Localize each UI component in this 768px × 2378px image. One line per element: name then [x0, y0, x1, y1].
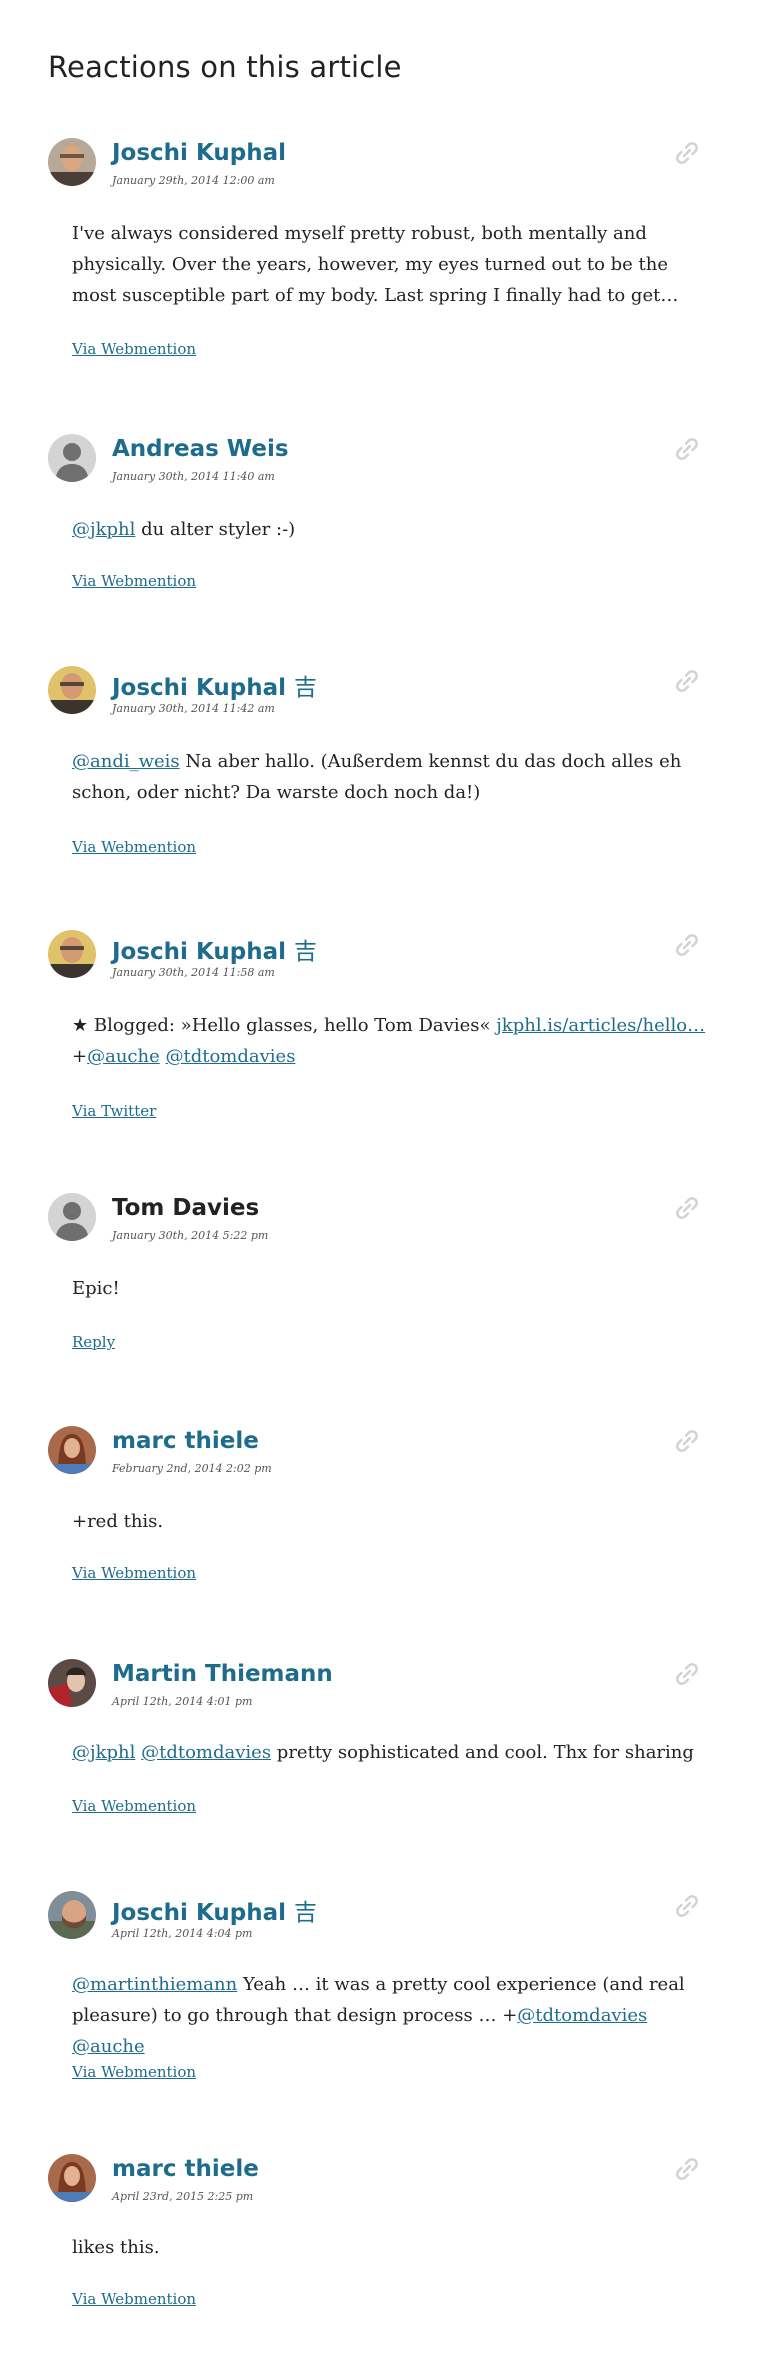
- reaction-item: Andreas Weis January 30th, 2014 11:40 am…: [48, 434, 712, 604]
- avatar[interactable]: [48, 1659, 96, 1707]
- reaction-date: February 2nd, 2014 2:02 pm: [112, 1462, 272, 1475]
- link-icon[interactable]: [672, 1659, 702, 1689]
- reaction-date: January 30th, 2014 11:40 am: [112, 470, 275, 483]
- reaction-item: Joschi Kuphal 吉 January 30th, 2014 11:58 …: [48, 930, 712, 1130]
- reaction-item: Joschi Kuphal 吉 January 30th, 2014 11:42 …: [48, 666, 712, 866]
- avatar[interactable]: [48, 138, 96, 186]
- reaction-date: April 12th, 2014 4:04 pm: [112, 1927, 253, 1940]
- author-name: Tom Davies: [112, 1195, 260, 1221]
- reaction-date: January 30th, 2014 11:58 am: [112, 966, 275, 979]
- via-link[interactable]: Via Webmention: [72, 2290, 196, 2308]
- avatar[interactable]: [48, 1426, 96, 1474]
- reaction-text: likes this.: [72, 2237, 160, 2258]
- reaction-item: Joschi Kuphal 吉 April 12th, 2014 4:04 pm …: [48, 1891, 712, 2091]
- reaction-item: Joschi Kuphal January 29th, 2014 12:00 a…: [48, 138, 712, 368]
- avatar[interactable]: [48, 434, 96, 482]
- mention-link[interactable]: @andi_weis: [72, 751, 180, 772]
- reaction-text: @jkphl du alter styler :-): [72, 519, 296, 540]
- article-link[interactable]: jkphl.is/articles/hello…: [496, 1015, 705, 1036]
- link-icon[interactable]: [672, 1426, 702, 1456]
- author-name[interactable]: marc thiele: [112, 2156, 259, 2182]
- mention-link[interactable]: @jkphl: [72, 519, 135, 540]
- reaction-date: April 12th, 2014 4:01 pm: [112, 1695, 253, 1708]
- mention-link[interactable]: @jkphl: [72, 1742, 135, 1763]
- reaction-item: marc thiele April 23rd, 2015 2:25 pm lik…: [48, 2154, 712, 2324]
- reaction-text: ★ Blogged: »Hello glasses, hello Tom Dav…: [72, 1015, 706, 1067]
- link-icon[interactable]: [672, 138, 702, 168]
- author-name[interactable]: marc thiele: [112, 1428, 259, 1454]
- reaction-text: Epic!: [72, 1278, 120, 1299]
- link-icon[interactable]: [672, 1891, 702, 1921]
- via-link[interactable]: Via Webmention: [72, 1797, 196, 1815]
- reaction-item: marc thiele February 2nd, 2014 2:02 pm +…: [48, 1426, 712, 1596]
- avatar[interactable]: [48, 1193, 96, 1241]
- via-link[interactable]: Via Webmention: [72, 572, 196, 590]
- author-name[interactable]: Joschi Kuphal: [112, 939, 286, 965]
- author-name[interactable]: Joschi Kuphal: [112, 675, 286, 701]
- via-link[interactable]: Via Webmention: [72, 1564, 196, 1582]
- author-mark: 吉: [293, 675, 317, 701]
- avatar[interactable]: [48, 666, 96, 714]
- link-icon[interactable]: [672, 930, 702, 960]
- section-title: Reactions on this article: [48, 50, 402, 84]
- mention-link[interactable]: @tdtomdavies: [141, 1742, 271, 1763]
- mention-link[interactable]: @martinthiemann: [72, 1974, 237, 1995]
- author-name[interactable]: Andreas Weis: [112, 436, 289, 462]
- reaction-date: April 23rd, 2015 2:25 pm: [112, 2190, 254, 2203]
- reply-link[interactable]: Reply: [72, 1333, 115, 1351]
- via-link[interactable]: Via Webmention: [72, 2063, 196, 2081]
- author-name[interactable]: Joschi Kuphal: [112, 140, 286, 166]
- author-mark: 吉: [293, 1900, 317, 1926]
- avatar[interactable]: [48, 930, 96, 978]
- reaction-date: January 30th, 2014 11:42 am: [112, 702, 275, 715]
- link-icon[interactable]: [672, 2154, 702, 2184]
- reaction-text: I've always considered myself pretty rob…: [72, 223, 679, 306]
- reaction-text: +red this.: [72, 1511, 164, 1532]
- reaction-text: @martinthiemann Yeah … it was a pretty c…: [72, 1974, 685, 2057]
- reaction-item: Martin Thiemann April 12th, 2014 4:01 pm…: [48, 1659, 712, 1829]
- author-mark: 吉: [293, 939, 317, 965]
- avatar[interactable]: [48, 1891, 96, 1939]
- author-name[interactable]: Martin Thiemann: [112, 1661, 333, 1687]
- reaction-item: Tom Davies January 30th, 2014 5:22 pm Ep…: [48, 1193, 712, 1363]
- link-icon[interactable]: [672, 1193, 702, 1223]
- reaction-text: @jkphl @tdtomdavies pretty sophisticated…: [72, 1742, 694, 1763]
- link-icon[interactable]: [672, 666, 702, 696]
- reaction-date: January 30th, 2014 5:22 pm: [112, 1229, 269, 1242]
- avatar[interactable]: [48, 2154, 96, 2202]
- via-link[interactable]: Via Webmention: [72, 838, 196, 856]
- mention-link[interactable]: @auche: [72, 2036, 145, 2057]
- via-link[interactable]: Via Webmention: [72, 340, 196, 358]
- reaction-text: @andi_weis Na aber hallo. (Außerdem kenn…: [72, 751, 682, 803]
- link-icon[interactable]: [672, 434, 702, 464]
- reaction-date: January 29th, 2014 12:00 am: [112, 174, 275, 187]
- mention-link[interactable]: @auche: [87, 1046, 160, 1067]
- via-link[interactable]: Via Twitter: [72, 1102, 156, 1120]
- mention-link[interactable]: @tdtomdavies: [165, 1046, 295, 1067]
- mention-link[interactable]: @tdtomdavies: [517, 2005, 647, 2026]
- author-name[interactable]: Joschi Kuphal: [112, 1900, 286, 1926]
